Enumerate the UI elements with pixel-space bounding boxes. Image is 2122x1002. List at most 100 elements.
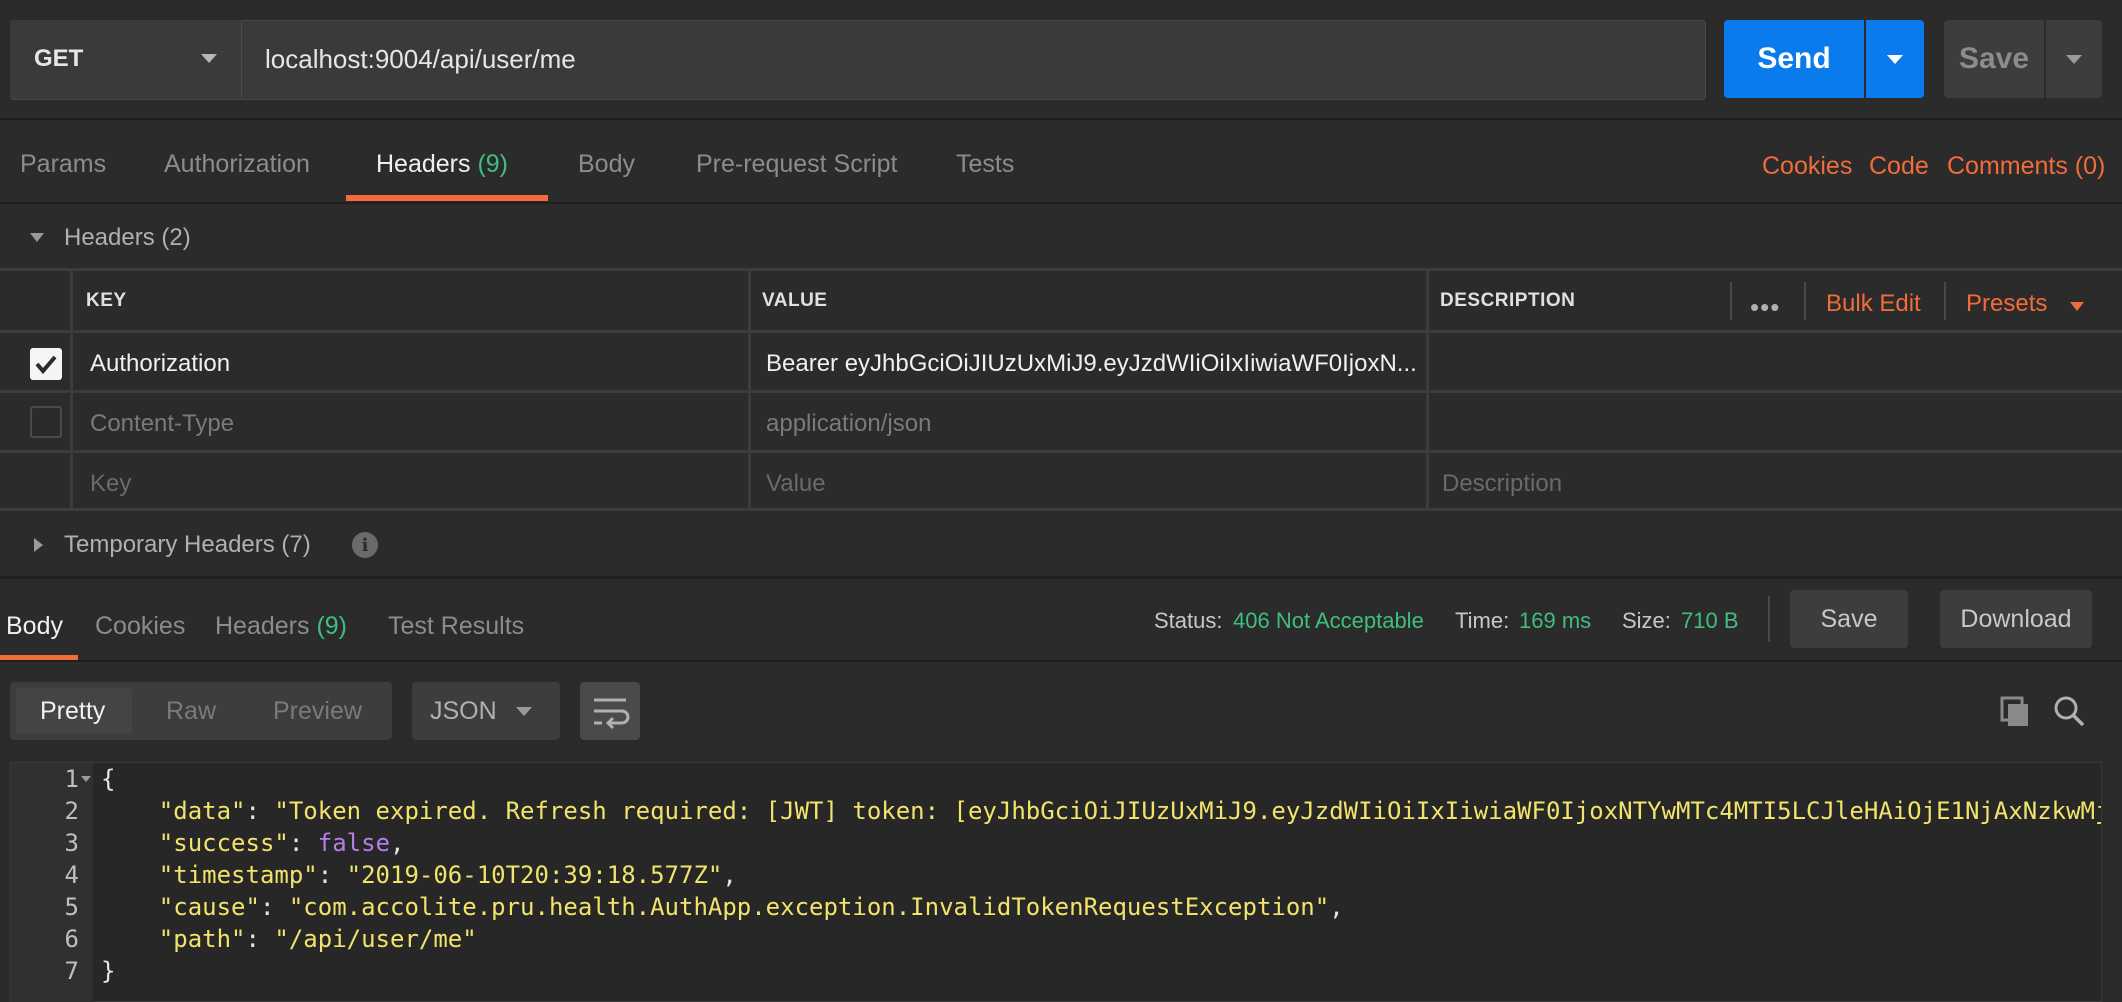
- bulk-edit-link[interactable]: Bulk Edit: [1826, 290, 1921, 318]
- chevron-down-icon: [2066, 55, 2082, 64]
- divider: [0, 202, 2122, 204]
- save-response-button[interactable]: Save: [1790, 590, 1908, 648]
- line-number: 3: [64, 829, 79, 857]
- view-mode-pretty[interactable]: Pretty: [40, 697, 105, 726]
- tab-headers-label: Headers: [376, 150, 471, 178]
- column-description-header: DESCRIPTION: [1440, 290, 1576, 311]
- tab-body[interactable]: Body: [578, 150, 635, 179]
- method-label: GET: [34, 45, 84, 72]
- tab-authorization[interactable]: Authorization: [164, 150, 310, 179]
- divider: [1804, 282, 1806, 320]
- chevron-down-icon: [516, 707, 532, 716]
- fold-icon[interactable]: [81, 776, 91, 782]
- wrap-lines-button[interactable]: [580, 682, 640, 740]
- code-link[interactable]: Code: [1869, 152, 1929, 181]
- divider: [1944, 282, 1946, 320]
- cookies-link[interactable]: Cookies: [1762, 152, 1852, 181]
- response-tab-headers[interactable]: Headers (9): [215, 612, 347, 641]
- code-line: }: [101, 957, 116, 985]
- format-select[interactable]: JSON: [412, 682, 560, 740]
- presets-dropdown[interactable]: Presets: [1966, 290, 2084, 318]
- save-request-button[interactable]: Save: [1944, 20, 2044, 98]
- temporary-headers-title[interactable]: Temporary Headers (7): [64, 531, 311, 559]
- header-value-cell[interactable]: Bearer eyJhbGciOiJIUzUxMiJ9.eyJzdWIiOiIx…: [766, 350, 1416, 378]
- view-mode-preview[interactable]: Preview: [273, 697, 362, 726]
- url-input[interactable]: [245, 20, 1695, 98]
- headers-section-title[interactable]: Headers (2): [64, 224, 191, 252]
- table-border: [0, 450, 2122, 453]
- line-number: 4: [64, 861, 79, 889]
- collapse-triangle-icon[interactable]: [30, 233, 44, 242]
- divider: [1768, 596, 1770, 642]
- line-number: 7: [64, 957, 79, 985]
- header-key-cell[interactable]: Authorization: [90, 350, 230, 378]
- table-border: [70, 268, 73, 510]
- expand-triangle-icon[interactable]: [34, 538, 43, 552]
- chevron-down-icon: [2070, 302, 2084, 311]
- new-description-input[interactable]: Description: [1442, 470, 1562, 498]
- size-value[interactable]: 710 B: [1681, 608, 1739, 634]
- comments-link[interactable]: Comments (0): [1947, 152, 2105, 181]
- size-label: Size:: [1622, 608, 1671, 633]
- table-border: [1426, 268, 1429, 510]
- time-value[interactable]: 169 ms: [1519, 608, 1591, 634]
- divider: [0, 660, 2122, 662]
- code-line: "data": "Token expired. Refresh required…: [158, 797, 2101, 825]
- search-icon[interactable]: [2052, 694, 2086, 733]
- chevron-down-icon: [1887, 55, 1903, 64]
- checkmark-icon: [35, 355, 57, 375]
- status-value[interactable]: 406 Not Acceptable: [1233, 608, 1424, 634]
- header-key-cell[interactable]: Content-Type: [90, 410, 234, 438]
- copy-icon[interactable]: [1998, 694, 2032, 733]
- format-label: JSON: [430, 696, 497, 725]
- code-line: "path": "/api/user/me": [158, 925, 477, 953]
- code-area: 1 2 3 4 5 6 7 { "data": "Token expired. …: [11, 763, 2101, 1002]
- more-options-icon[interactable]: •••: [1750, 292, 1780, 323]
- tab-pre-request-script[interactable]: Pre-request Script: [696, 150, 897, 179]
- divider: [0, 118, 2122, 120]
- header-enabled-checkbox[interactable]: [30, 406, 62, 438]
- response-tab-headers-label: Headers: [215, 612, 310, 640]
- code-line: "timestamp": "2019-06-10T20:39:18.577Z",: [158, 861, 737, 889]
- download-button[interactable]: Download: [1940, 590, 2092, 648]
- response-tab-cookies[interactable]: Cookies: [95, 612, 185, 641]
- new-value-input[interactable]: Value: [766, 470, 826, 498]
- headers-title-count: (2): [161, 224, 191, 251]
- active-tab-indicator: [346, 195, 548, 201]
- view-mode-raw[interactable]: Raw: [166, 697, 216, 726]
- tab-headers[interactable]: Headers (9): [376, 150, 508, 179]
- table-border: [0, 268, 2122, 271]
- status-label: Status:: [1154, 608, 1223, 633]
- method-select[interactable]: GET: [10, 20, 242, 98]
- divider: [1730, 282, 1732, 320]
- send-button[interactable]: Send: [1724, 20, 1864, 98]
- presets-label: Presets: [1966, 290, 2048, 317]
- response-tab-body[interactable]: Body: [6, 612, 63, 641]
- line-number: 6: [64, 925, 79, 953]
- send-options-button[interactable]: [1866, 20, 1924, 98]
- code-line: "cause": "com.accolite.pru.health.AuthAp…: [158, 893, 1344, 921]
- tab-params[interactable]: Params: [20, 150, 106, 179]
- wrap-lines-icon: [594, 698, 630, 730]
- code-line: "success": false,: [158, 829, 405, 857]
- table-border: [0, 508, 2122, 511]
- temp-headers-count: (7): [281, 531, 311, 558]
- headers-title-label: Headers: [64, 224, 155, 251]
- line-number: 1: [64, 765, 79, 793]
- column-key-header: KEY: [86, 290, 127, 311]
- code-line: {: [101, 765, 116, 793]
- table-border: [0, 390, 2122, 393]
- table-border: [0, 330, 2122, 333]
- time-label: Time:: [1455, 608, 1510, 633]
- column-value-header: VALUE: [762, 290, 828, 311]
- info-icon[interactable]: i: [352, 532, 378, 558]
- tab-tests[interactable]: Tests: [956, 150, 1014, 179]
- chevron-down-icon: [201, 54, 217, 63]
- header-enabled-checkbox[interactable]: [30, 348, 62, 380]
- table-border: [748, 268, 751, 510]
- save-options-button[interactable]: [2046, 20, 2102, 98]
- response-tab-test-results[interactable]: Test Results: [388, 612, 524, 641]
- header-value-cell[interactable]: application/json: [766, 410, 931, 438]
- response-tab-headers-count: (9): [316, 612, 348, 640]
- new-key-input[interactable]: Key: [90, 470, 131, 498]
